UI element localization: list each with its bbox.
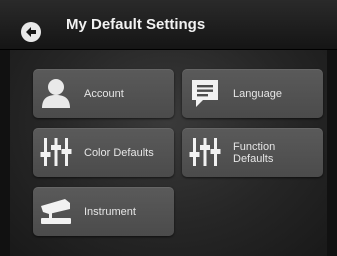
user-icon	[42, 79, 70, 108]
instrument-button[interactable]: Instrument	[33, 187, 174, 236]
sliders-icon	[189, 138, 221, 166]
back-arrow-icon	[26, 27, 36, 37]
function-defaults-label-line2: Defaults	[233, 152, 274, 165]
settings-panel: Account Language Color Defaults Function…	[10, 50, 327, 256]
speech-bubble-icon	[192, 80, 218, 107]
page-title: My Default Settings	[66, 16, 206, 33]
account-button[interactable]: Account	[33, 69, 174, 118]
function-defaults-button[interactable]: Function Defaults	[182, 128, 323, 177]
color-defaults-label: Color Defaults	[84, 146, 154, 159]
function-defaults-label: Function Defaults	[233, 128, 275, 177]
function-defaults-label-line1: Function	[233, 140, 276, 153]
account-label: Account	[84, 87, 124, 100]
sliders-icon	[40, 138, 72, 166]
language-label: Language	[233, 87, 282, 100]
instrument-label: Instrument	[84, 205, 136, 218]
color-defaults-button[interactable]: Color Defaults	[33, 128, 174, 177]
language-button[interactable]: Language	[182, 69, 323, 118]
title-bar: My Default Settings	[0, 0, 337, 50]
instrument-icon	[41, 199, 71, 224]
back-button[interactable]	[21, 22, 41, 42]
